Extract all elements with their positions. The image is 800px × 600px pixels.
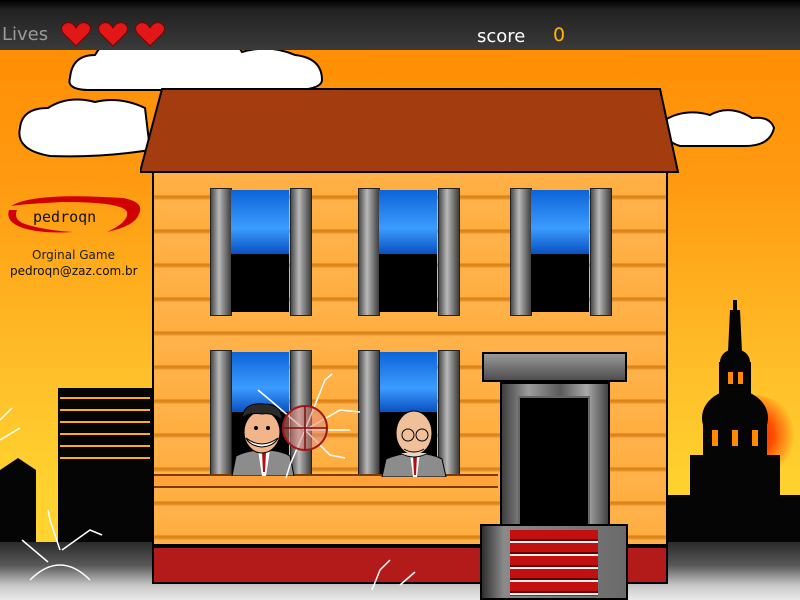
logo-text: pedroqn [33,208,96,226]
window-top-2[interactable] [358,188,460,316]
credit-email[interactable]: pedroqn@zaz.com.br [10,264,138,278]
game-stage[interactable]: Lives score 0 pedroqn Orginal Game pedro… [0,0,800,600]
credit-original: Orginal Game [32,248,115,262]
window-top-3[interactable] [510,188,612,316]
window-top-1[interactable] [210,188,312,316]
score-value: 0 [553,24,566,46]
heart-icon [98,22,128,47]
heart-icon [61,22,91,47]
score-label: score [477,26,526,47]
pedroqn-logo: pedroqn [8,196,141,233]
roof [140,88,680,173]
ground-cracks [0,407,416,591]
heart-icon [135,22,165,47]
lives-hearts [0,0,170,50]
